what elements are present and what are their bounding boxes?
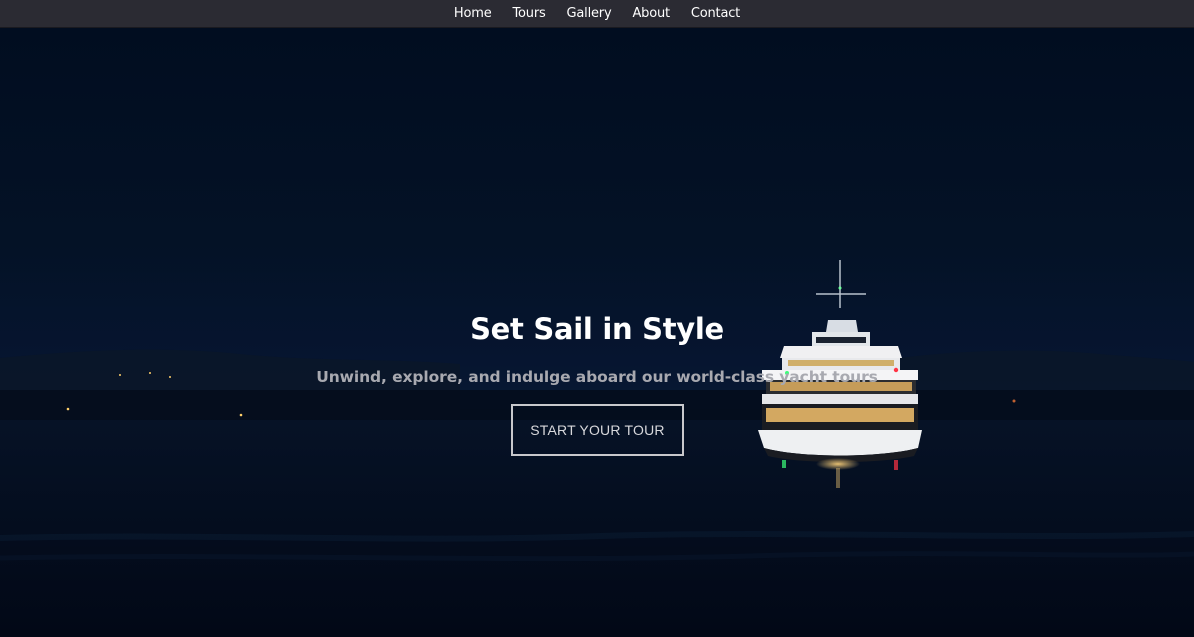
hero-content: Set Sail in Style Unwind, explore, and i… xyxy=(0,28,1194,637)
nav-link-tours[interactable]: Tours xyxy=(513,6,546,21)
start-tour-button[interactable]: START YOUR TOUR xyxy=(511,404,684,456)
hero-section: Set Sail in Style Unwind, explore, and i… xyxy=(0,28,1194,637)
top-navbar: Home Tours Gallery About Contact xyxy=(0,0,1194,28)
nav-link-about[interactable]: About xyxy=(632,6,670,21)
nav-link-home[interactable]: Home xyxy=(454,6,492,21)
hero-title: Set Sail in Style xyxy=(470,312,724,346)
nav-link-gallery[interactable]: Gallery xyxy=(567,6,612,21)
hero-subtitle: Unwind, explore, and indulge aboard our … xyxy=(316,368,878,386)
nav-link-contact[interactable]: Contact xyxy=(691,6,740,21)
